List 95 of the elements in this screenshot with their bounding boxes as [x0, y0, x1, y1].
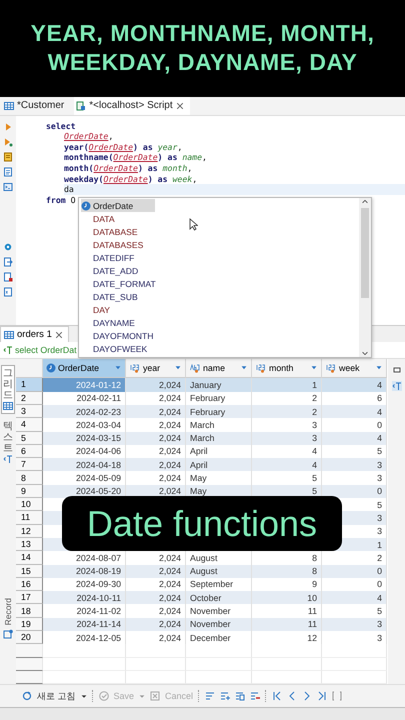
table-cell: August — [186, 564, 252, 578]
autocomplete-item[interactable]: DAYOFWEEK — [81, 342, 357, 356]
table-cell: 6 — [322, 392, 387, 405]
table-cell: February — [186, 404, 252, 418]
table-cell: 2,024 — [126, 392, 186, 405]
row-number[interactable]: 13 — [16, 538, 43, 552]
autocomplete-item[interactable]: DATE_FORMAT — [81, 277, 357, 291]
table-cell: 2,024 — [126, 618, 186, 631]
table-cell: 2024-08-19 — [43, 564, 126, 578]
code-line: OrderDate, — [64, 131, 114, 142]
row-number[interactable]: 17 — [16, 591, 43, 604]
row-number[interactable]: 12 — [16, 524, 43, 538]
banner-title: WEEKDAY, DAYNAME, DAY — [48, 49, 358, 76]
row-number[interactable]: 18 — [16, 604, 43, 618]
table-cell: 2,024 — [126, 404, 186, 418]
column-header[interactable]: week — [322, 359, 387, 378]
table-cell: 4 — [322, 404, 387, 418]
row-number[interactable]: 8 — [16, 471, 43, 485]
row-number[interactable]: 1 — [16, 378, 43, 392]
row-number[interactable]: 16 — [16, 578, 43, 592]
table-cell: 2024-02-23 — [43, 404, 126, 418]
table-cell: 2024-10-11 — [43, 591, 126, 604]
table-cell: 4 — [252, 458, 322, 472]
autocomplete-item[interactable]: DATABASE — [81, 225, 357, 238]
filter-query[interactable]: select OrderDat — [15, 345, 77, 356]
caption-overlay: Date functions — [62, 496, 342, 551]
table-cell: January — [186, 378, 252, 392]
table-cell: October — [186, 591, 252, 604]
editor-tab[interactable]: *Customer — [2, 96, 70, 115]
column-header[interactable]: month — [252, 359, 322, 378]
code-line: from O — [46, 194, 76, 206]
row-number[interactable]: 9 — [16, 484, 43, 498]
view-tab[interactable]: 그리드 — [1, 365, 15, 414]
table-cell: 4 — [322, 591, 387, 604]
table-cell: November — [186, 618, 252, 631]
view-tab[interactable]: 텍스트 — [1, 418, 15, 468]
banner-title: YEAR, MONTHNAME, MONTH, — [30, 20, 374, 48]
row-number[interactable]: 4 — [16, 418, 43, 432]
autocomplete-item[interactable]: DAY — [81, 304, 357, 317]
table-cell: March — [186, 432, 252, 445]
row-number[interactable]: 20 — [16, 630, 43, 644]
table-cell: 3 — [322, 618, 387, 631]
table-cell: 2,024 — [126, 378, 186, 392]
row-number[interactable]: 6 — [16, 444, 43, 458]
autocomplete-item[interactable]: DATABASES — [81, 238, 357, 252]
table-cell: 1 — [252, 378, 322, 392]
row-number[interactable]: 2 — [16, 392, 43, 405]
table-cell: 2,024 — [126, 591, 186, 604]
table-cell: 3 — [322, 458, 387, 472]
table-cell: 2,024 — [126, 458, 186, 472]
table-cell: 11 — [252, 618, 322, 631]
row-number[interactable]: 10 — [16, 498, 43, 512]
table-cell: 2,024 — [126, 432, 186, 445]
row-number[interactable]: 19 — [16, 618, 43, 631]
table-cell: 2024-04-18 — [43, 458, 126, 472]
column-header[interactable]: name — [186, 359, 252, 378]
row-number[interactable]: 3 — [16, 404, 43, 418]
table-cell: 2024-03-15 — [43, 432, 126, 445]
table-cell: 10 — [252, 591, 322, 604]
code-line: month(OrderDate) as month, — [64, 162, 192, 174]
autocomplete-item[interactable]: DAYOFMONTH — [81, 330, 357, 343]
editor-tab[interactable]: *<localhost> Script — [74, 96, 190, 115]
table-cell: 2024-02-11 — [43, 392, 126, 405]
autocomplete-item[interactable]: DATE_SUB — [81, 290, 357, 304]
row-number[interactable]: 15 — [16, 564, 43, 578]
table-cell: February — [186, 392, 252, 405]
table-cell: 2,024 — [126, 564, 186, 578]
row-number[interactable]: 11 — [16, 511, 43, 525]
row-number[interactable]: 7 — [16, 458, 43, 472]
table-cell: 2024-01-12 — [43, 378, 126, 392]
table-cell: 0 — [322, 564, 387, 578]
table-cell: 2024-11-14 — [43, 618, 126, 631]
autocomplete-item[interactable]: DATE_ADD — [81, 264, 357, 278]
code-line: select — [46, 120, 76, 132]
autocomplete-item[interactable]: DATA — [81, 212, 357, 226]
column-header[interactable]: OrderDate — [43, 359, 126, 378]
refresh-button[interactable]: 새로 고침 — [37, 690, 76, 703]
code-line: year(OrderDate) as year, — [64, 142, 182, 152]
row-number[interactable]: 14 — [16, 551, 43, 564]
autocomplete-item[interactable]: DATEDIFF — [81, 251, 357, 264]
autocomplete-item[interactable]: DAYNAME — [81, 316, 357, 330]
autocomplete-item[interactable]: OrderDate — [81, 199, 155, 212]
results-tab[interactable]: orders 1 — [0, 326, 69, 342]
table-cell: 8 — [252, 564, 322, 578]
table-cell: 2 — [252, 404, 322, 418]
table-cell: April — [186, 458, 252, 472]
column-header[interactable]: year — [126, 359, 186, 378]
code-line: monthname(OrderDate) as name, — [64, 152, 207, 163]
table-cell: 4 — [322, 432, 387, 445]
record-tab[interactable]: Record — [3, 598, 13, 626]
table-cell: 2 — [252, 392, 322, 405]
table-cell: 3 — [252, 432, 322, 445]
table-cell: 4 — [322, 378, 387, 392]
code-line: weekday(OrderDate) as week, — [64, 174, 198, 184]
row-number[interactable]: 5 — [16, 432, 43, 445]
